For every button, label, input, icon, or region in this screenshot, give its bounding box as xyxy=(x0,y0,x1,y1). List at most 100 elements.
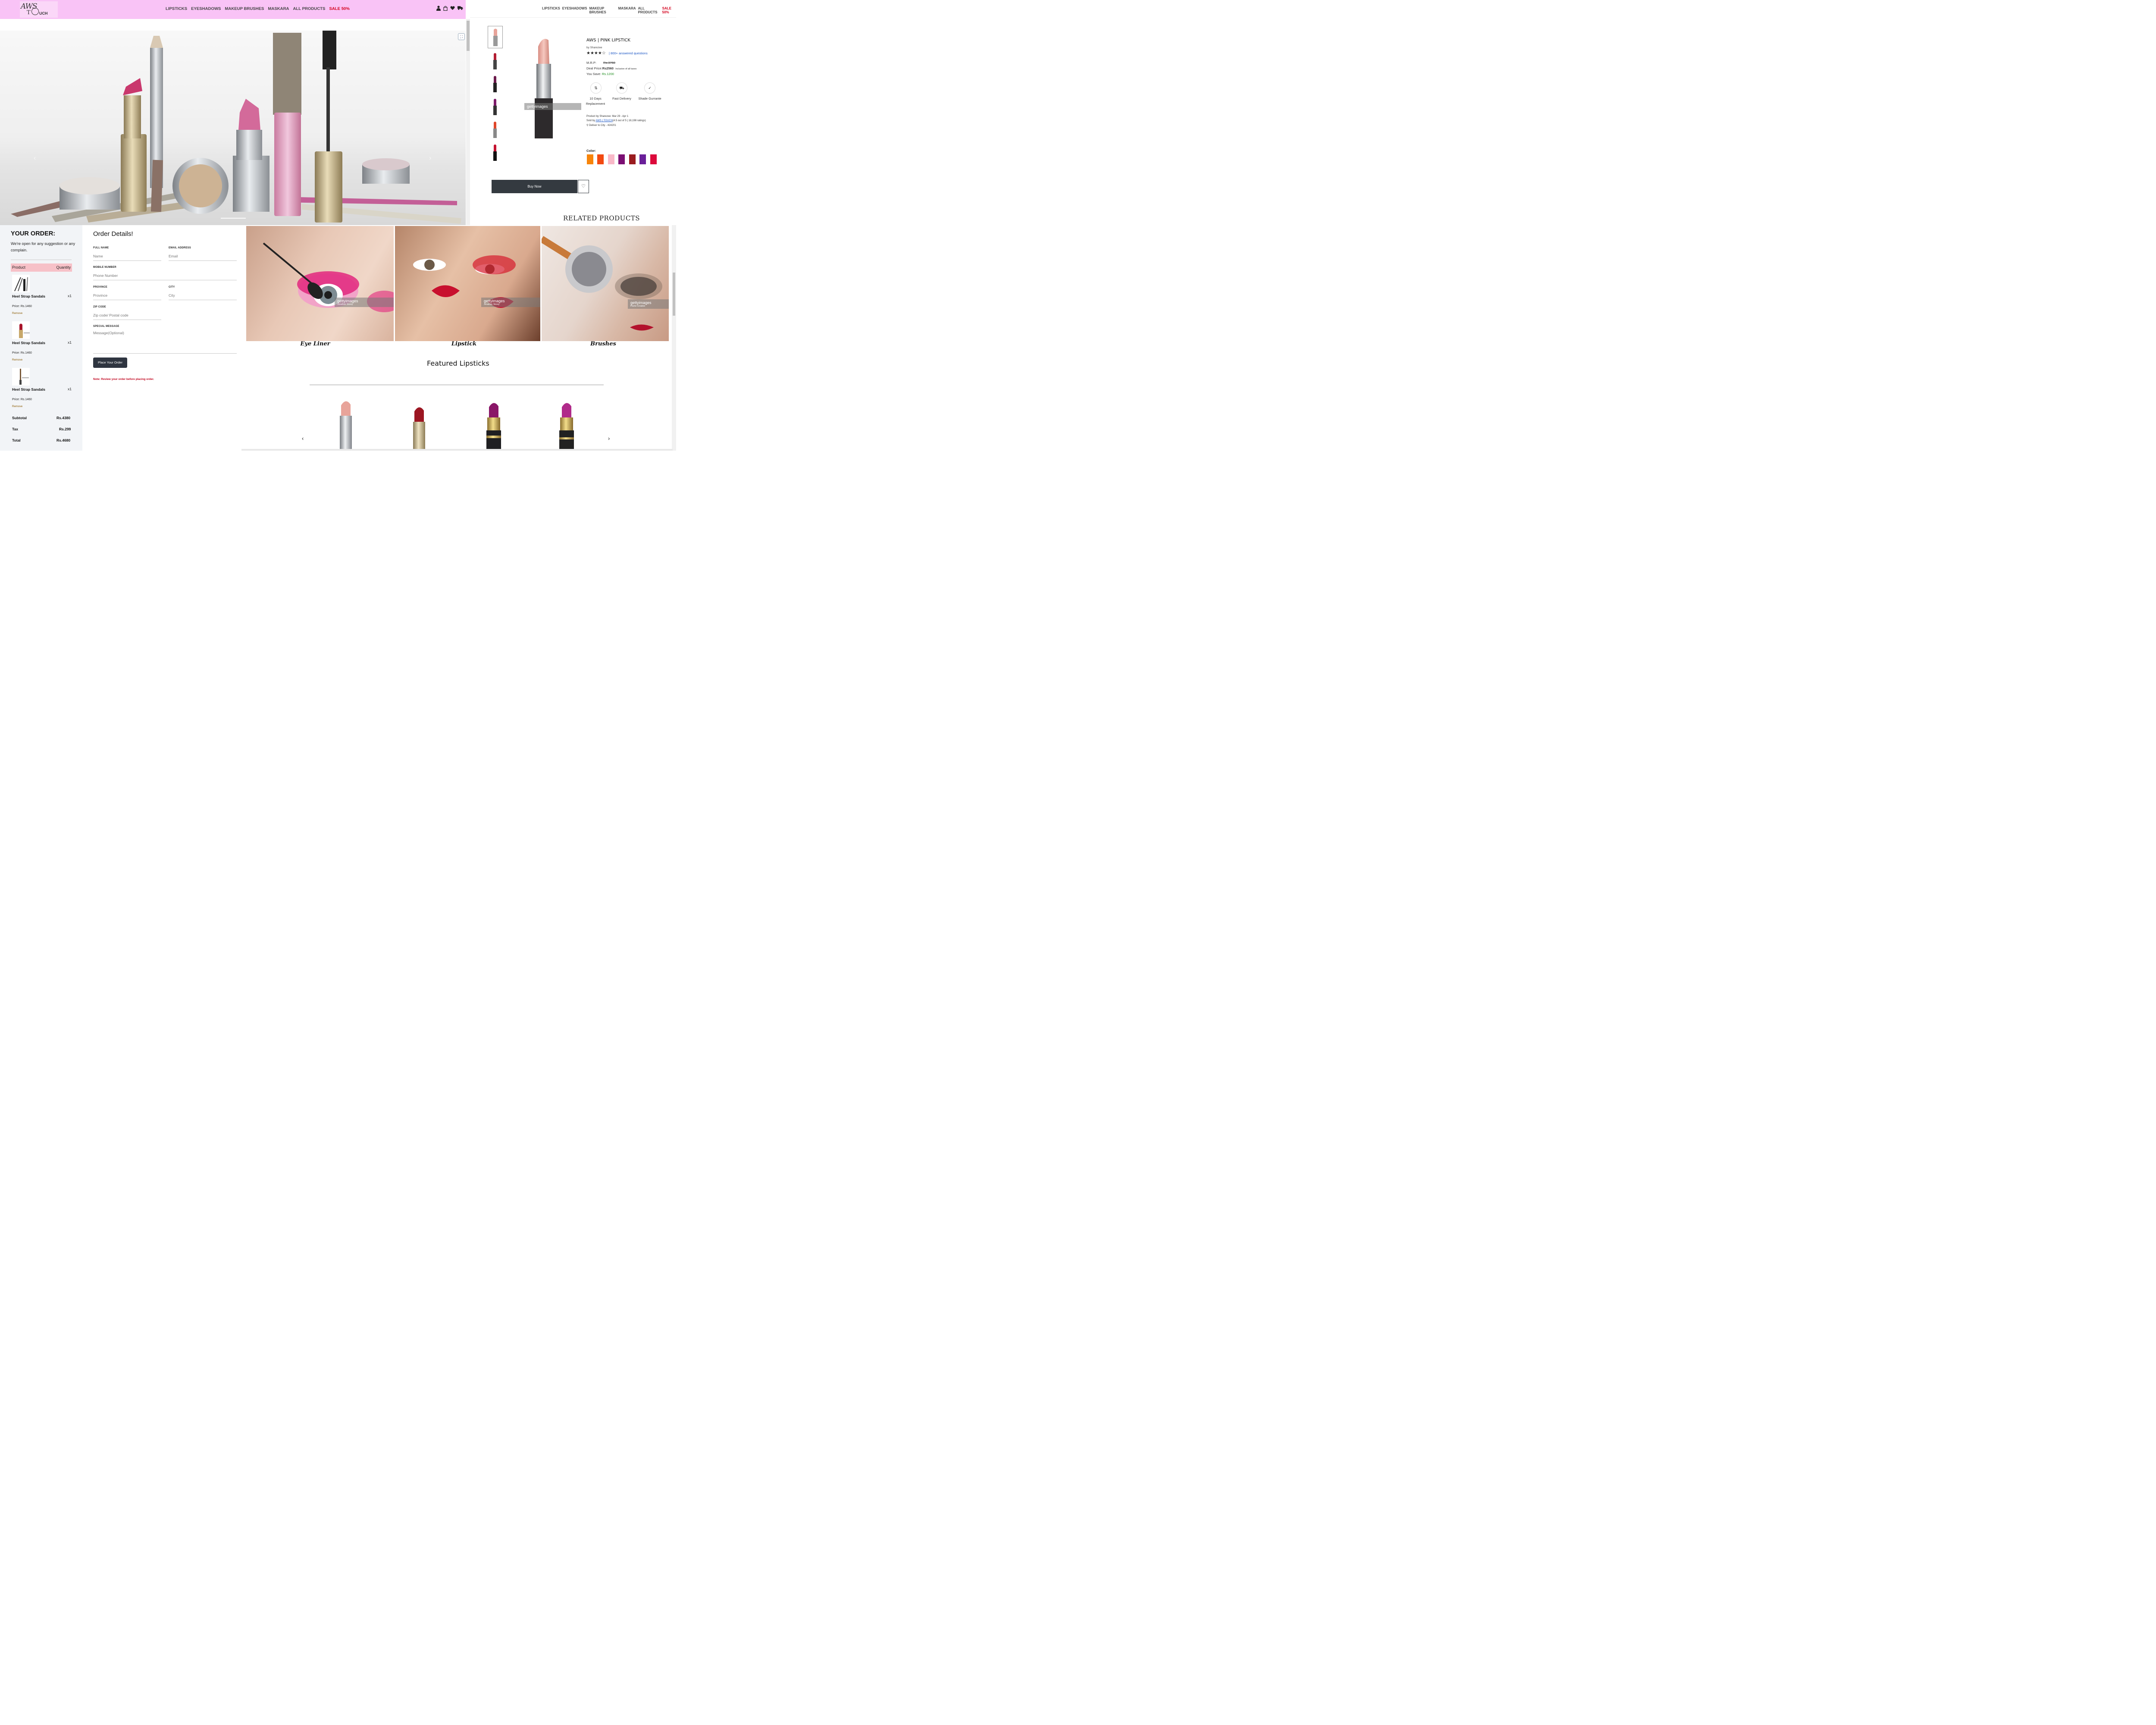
color-swatch[interactable] xyxy=(597,154,604,164)
related-products-title: RELATED PRODUCTS xyxy=(563,214,640,222)
color-label: Color: xyxy=(586,149,596,153)
product-thumbnail[interactable] xyxy=(488,141,502,163)
featured-product-pink[interactable] xyxy=(337,399,354,452)
nav-eyeshadows[interactable]: EYESHADOWS xyxy=(562,6,587,14)
user-icon[interactable] xyxy=(436,6,441,13)
color-swatch[interactable] xyxy=(618,154,625,164)
product-thumbnail[interactable] xyxy=(488,72,502,94)
zip-input[interactable] xyxy=(93,313,161,320)
product-title: AWS | PINK LIPSTICK xyxy=(586,38,630,43)
product-thumbnail[interactable] xyxy=(488,118,502,140)
scrollbar-thumb[interactable] xyxy=(467,21,470,51)
category-label-lipstick[interactable]: Lipstick xyxy=(395,341,533,347)
hero-cosmetics-illustration xyxy=(11,31,461,224)
deal-value: Rs2560 xyxy=(602,66,614,70)
product-thumbnail[interactable] xyxy=(488,95,502,117)
watermark: gettyimages Plume Creative xyxy=(628,299,669,309)
nav-all-products[interactable]: ALL PRODUCTS xyxy=(293,6,325,11)
featured-product-purple[interactable] xyxy=(484,401,504,452)
form-note: Note: Review your order before placing o… xyxy=(93,378,154,381)
featured-lipsticks-title: Featured Lipsticks xyxy=(427,359,489,367)
order-item-image xyxy=(12,275,30,292)
place-order-button[interactable]: Place Your Order xyxy=(93,358,127,368)
brand-logo[interactable]: AWS T UCH xyxy=(20,1,58,18)
mrp-value: Rs.3760 xyxy=(603,61,615,65)
nav-sale[interactable]: Sale 50% xyxy=(662,6,676,14)
message-label: SPECIAL MESSAGE xyxy=(93,325,119,328)
hero-scrollbar[interactable] xyxy=(466,19,470,225)
product-main-image[interactable]: gettyimages xyxy=(523,34,581,141)
hero-next-arrow[interactable]: › xyxy=(429,154,431,162)
scrollbar-thumb[interactable] xyxy=(673,273,675,316)
subtotal-label: Subtotal xyxy=(12,416,27,420)
feature-label-delivery: Fast Delivery xyxy=(612,97,631,100)
category-image-lipstick[interactable]: gettyimages Jonathan Storey xyxy=(395,226,540,341)
heart-icon[interactable] xyxy=(450,6,455,13)
replace-icon: ⇅ xyxy=(590,82,602,94)
total-value: Rs.4680 xyxy=(56,438,71,442)
color-swatch[interactable] xyxy=(608,154,614,164)
order-title: YOUR ORDER: xyxy=(11,230,56,237)
expand-icon[interactable]: ⛶ xyxy=(458,33,465,40)
nav-makeup-brushes[interactable]: MAKEUP BRUSHES xyxy=(589,6,616,14)
remove-link[interactable]: Remove xyxy=(12,358,22,361)
answered-questions-link[interactable]: | 800+ answered questions xyxy=(609,51,648,55)
check-icon: ✓ xyxy=(644,82,655,94)
zip-label: ZIP CODE xyxy=(93,306,106,308)
mobile-input[interactable] xyxy=(93,273,237,280)
province-input[interactable] xyxy=(93,293,161,300)
email-input[interactable] xyxy=(169,254,237,261)
product-thumbnail[interactable] xyxy=(488,50,502,71)
full-name-input[interactable] xyxy=(93,254,161,261)
sold-by-line: Sold by AWS | TOUCH(4.5 out of 5 | 18,19… xyxy=(586,119,646,122)
horizontal-scrollbar[interactable] xyxy=(241,449,673,451)
color-swatch[interactable] xyxy=(639,154,646,164)
product-thumbnail[interactable] xyxy=(488,26,503,48)
nav-maskara[interactable]: MASKARA xyxy=(618,6,636,14)
hero-prev-arrow[interactable]: ‹ xyxy=(34,154,36,162)
remove-link[interactable]: Remove xyxy=(12,312,22,315)
save-value: Rs.1200 xyxy=(602,72,614,76)
featured-product-magenta[interactable] xyxy=(557,401,577,452)
message-textarea[interactable] xyxy=(93,331,237,354)
category-image-brushes[interactable]: gettyimages Plume Creative xyxy=(542,226,669,341)
deliver-text: Deliver to City - 424201 xyxy=(589,124,616,127)
deliver-line: ⚲ Deliver to City - 424201 xyxy=(586,124,616,127)
buy-now-button[interactable]: Buy Now xyxy=(492,180,577,193)
city-input[interactable] xyxy=(169,293,237,300)
nav-lipsticks[interactable]: LIPSTICKS xyxy=(166,6,187,11)
nav-sale[interactable]: Sale 50% xyxy=(329,6,349,11)
nav-all-products[interactable]: ALL PRODUCTS xyxy=(638,6,660,14)
email-label: EMAIL ADDRESS xyxy=(169,247,191,249)
sold-by-prefix: Sold by xyxy=(586,119,595,122)
deal-label: Deal Price: xyxy=(586,66,602,70)
hero-carousel[interactable]: ‹ › xyxy=(0,31,466,225)
truck-icon[interactable] xyxy=(458,6,463,13)
shopping-bag-icon[interactable] xyxy=(443,6,448,13)
carousel-indicator[interactable] xyxy=(221,218,246,219)
order-item-price: Price: Rs.1460 xyxy=(12,351,32,354)
color-swatch[interactable] xyxy=(650,154,657,164)
logo-ring xyxy=(31,8,39,15)
category-image-eyeliner[interactable]: gettyimages Jonathan Storey xyxy=(246,226,394,341)
category-label-brushes[interactable]: Brushes xyxy=(542,341,665,347)
feature-label-replacement: 10 Days Replacement xyxy=(586,97,605,106)
remove-link[interactable]: Remove xyxy=(12,405,22,408)
featured-prev-arrow[interactable]: ‹ xyxy=(302,435,304,442)
color-swatch[interactable] xyxy=(587,154,593,164)
nav-makeup-brushes[interactable]: MAKEUP BRUSHES xyxy=(225,6,264,11)
featured-product-red[interactable] xyxy=(411,405,428,452)
wishlist-heart-icon[interactable]: ♡ xyxy=(578,180,589,193)
deal-row: Deal Price:Rs2560 Inclusive of all taxes xyxy=(586,66,636,70)
nav-maskara[interactable]: MASKARA xyxy=(268,6,289,11)
watermark: gettyimages Jonathan Storey xyxy=(335,298,394,307)
total-label: Total xyxy=(12,438,21,442)
nav-lipsticks[interactable]: LIPSTICKS xyxy=(542,6,560,14)
featured-next-arrow[interactable]: › xyxy=(608,435,610,442)
page-scrollbar[interactable] xyxy=(672,225,676,451)
category-label-eyeliner[interactable]: Eye Liner xyxy=(246,341,384,347)
nav-eyeshadows[interactable]: EYESHADOWS xyxy=(191,6,221,11)
seller-link[interactable]: AWS | TOUCH xyxy=(595,119,612,122)
order-item-image xyxy=(12,321,30,339)
color-swatch[interactable] xyxy=(629,154,636,164)
